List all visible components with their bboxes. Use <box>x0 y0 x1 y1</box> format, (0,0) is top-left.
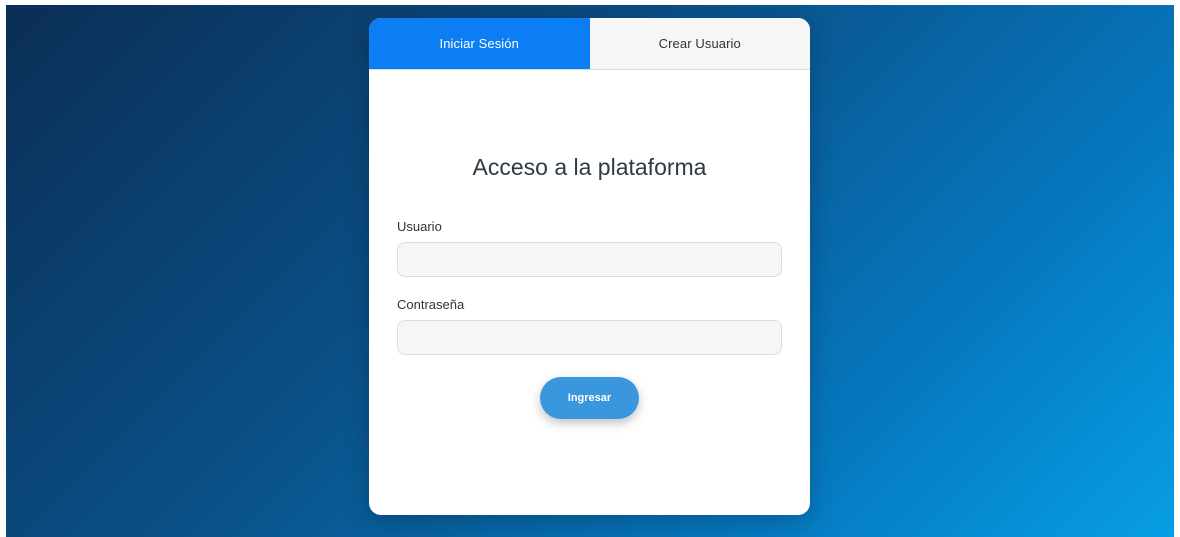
username-field[interactable] <box>397 241 782 277</box>
password-field[interactable] <box>397 319 782 355</box>
submit-button[interactable]: Ingresar <box>540 376 639 419</box>
password-label: Contraseña <box>397 296 465 312</box>
submit-container: Ingresar <box>397 376 782 419</box>
login-form: Usuario Contraseña Ingresar <box>369 219 810 419</box>
username-label: Usuario <box>397 218 442 234</box>
page-background: Iniciar Sesión Crear Usuario Acceso a la… <box>6 5 1174 537</box>
tab-login[interactable]: Iniciar Sesión <box>369 18 590 69</box>
tab-register[interactable]: Crear Usuario <box>589 18 810 69</box>
form-title: Acceso a la plataforma <box>472 154 707 180</box>
login-card: Iniciar Sesión Crear Usuario Acceso a la… <box>369 18 810 515</box>
auth-tabs: Iniciar Sesión Crear Usuario <box>369 18 810 70</box>
